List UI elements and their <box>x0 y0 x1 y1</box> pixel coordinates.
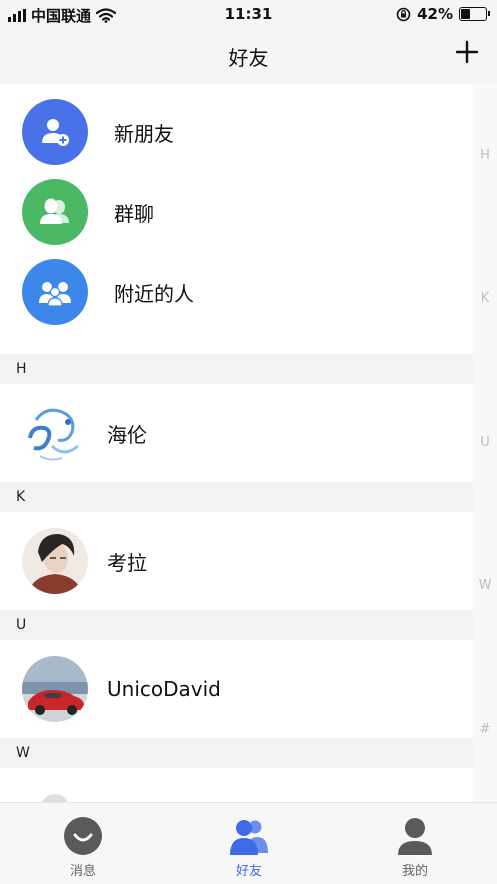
status-bar: 中国联通 11:31 42% <box>0 0 497 28</box>
battery-percent: 42% <box>417 5 453 23</box>
people-nearby-icon <box>22 259 88 325</box>
orientation-lock-icon <box>396 7 411 21</box>
avatar <box>22 400 88 466</box>
contact-item[interactable]: 海伦 <box>0 384 473 482</box>
section-header-u: U <box>0 610 473 640</box>
index-letter-hash[interactable]: # <box>473 722 497 737</box>
message-icon <box>64 817 102 855</box>
tab-messages[interactable]: 消息 <box>0 803 166 884</box>
tab-bar: 消息 好友 我的 <box>0 802 497 884</box>
plus-icon[interactable] <box>453 38 481 66</box>
entry-label: 附近的人 <box>114 281 194 306</box>
contact-item[interactable]: 考拉 <box>0 512 473 610</box>
tab-label: 消息 <box>69 864 96 879</box>
avatar <box>22 656 88 722</box>
contact-list[interactable]: 新朋友 群聊 附近的人 H 海伦 K 考拉 U UnicoDavid W <box>0 84 473 802</box>
entry-new-friends[interactable]: 新朋友 <box>0 92 473 172</box>
alphabet-index[interactable]: H K U W # <box>473 84 497 802</box>
index-letter-k[interactable]: K <box>473 291 497 306</box>
entry-label: 新朋友 <box>114 121 174 146</box>
tab-profile[interactable]: 我的 <box>332 803 497 884</box>
contact-item[interactable]: UnicoDavid <box>0 640 473 738</box>
avatar <box>22 528 88 594</box>
entry-people-nearby[interactable]: 附近的人 <box>0 252 473 332</box>
avatar <box>22 792 88 802</box>
index-letter-u[interactable]: U <box>473 435 497 450</box>
tab-label: 好友 <box>235 864 262 879</box>
section-header-w: W <box>0 738 473 768</box>
entry-label: 群聊 <box>114 201 154 226</box>
entry-group-chat[interactable]: 群聊 <box>0 172 473 252</box>
friends-icon <box>230 820 268 855</box>
group-icon <box>22 179 88 245</box>
contact-item[interactable] <box>0 768 473 802</box>
page-title: 好友 <box>228 46 269 70</box>
index-letter-w[interactable]: W <box>473 578 497 593</box>
tab-friends[interactable]: 好友 <box>166 803 332 884</box>
battery-fill <box>461 9 470 19</box>
contact-name: 考拉 <box>107 550 147 575</box>
status-right: 42% <box>396 5 490 23</box>
section-header-k: K <box>0 482 473 512</box>
profile-icon <box>398 818 432 855</box>
index-letter-h[interactable]: H <box>473 148 497 163</box>
battery-icon <box>459 7 490 21</box>
tab-label: 我的 <box>401 864 428 879</box>
add-user-icon <box>22 99 88 165</box>
section-header-h: H <box>0 354 473 384</box>
contact-name: 海伦 <box>107 422 147 447</box>
nav-bar: 好友 <box>0 28 497 84</box>
contact-name: UnicoDavid <box>107 677 221 701</box>
